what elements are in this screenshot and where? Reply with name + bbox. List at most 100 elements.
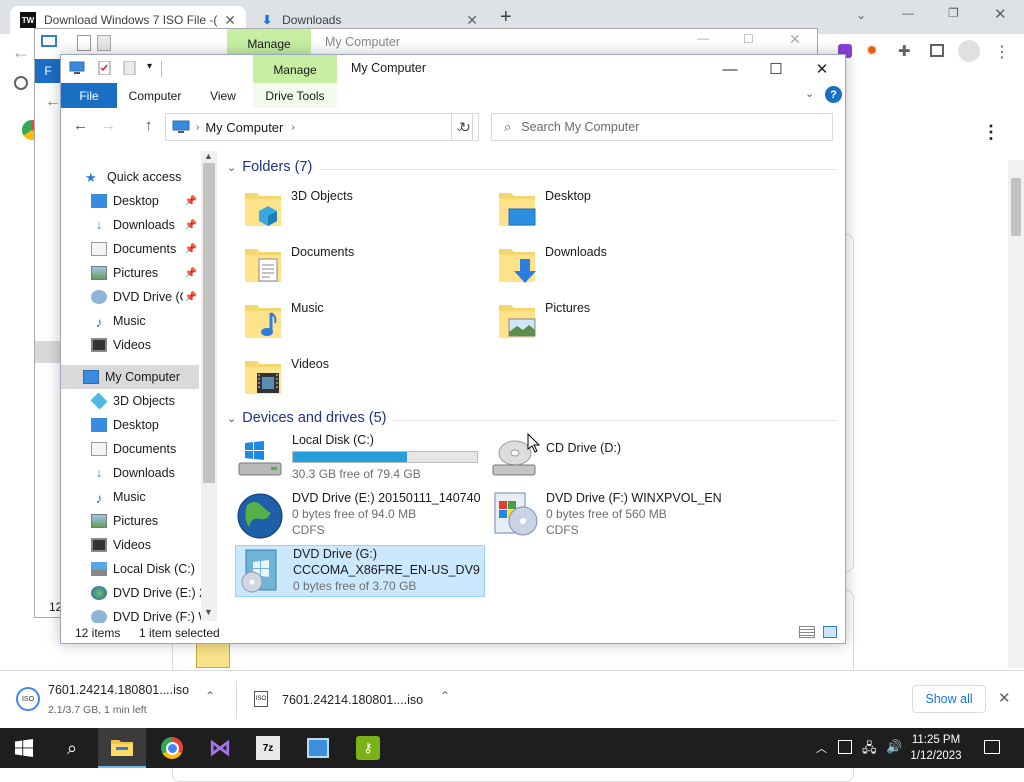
- downloads-menu-icon[interactable]: ⋮: [982, 122, 1000, 143]
- visual-studio-icon[interactable]: ⋈: [196, 728, 244, 768]
- network-icon[interactable]: 🖧: [862, 739, 877, 761]
- drive-tile-c[interactable]: Local Disk (C:) 30.3 GB free of 79.4 GB: [235, 433, 485, 481]
- nav-scrollbar[interactable]: ▲ ▼: [201, 151, 217, 621]
- show-all-button[interactable]: Show all: [912, 685, 986, 713]
- keys-icon[interactable]: ⚷: [344, 728, 392, 768]
- nav-quick-access[interactable]: ★ Quick access: [85, 165, 181, 189]
- 7zip-icon[interactable]: 7z: [244, 728, 292, 768]
- folder-tile[interactable]: Downloads: [497, 243, 717, 291]
- nav-my-computer[interactable]: My Computer: [61, 365, 199, 389]
- folder-tile[interactable]: Music: [243, 299, 463, 347]
- chrome-restore-icon[interactable]: ❐: [948, 6, 959, 20]
- globe-bookmark-icon[interactable]: [14, 76, 28, 90]
- side-panel-icon[interactable]: [930, 44, 944, 57]
- properties-icon[interactable]: [97, 61, 113, 75]
- minimize-icon[interactable]: —: [697, 31, 709, 45]
- start-icon[interactable]: [0, 728, 48, 768]
- drive-tile-e[interactable]: DVD Drive (E:) 20150111_140740 0 bytes f…: [235, 489, 485, 539]
- download-filename[interactable]: 7601.24214.180801....iso: [48, 683, 189, 697]
- tray-overflow-chevron-icon[interactable]: ︿: [816, 740, 827, 756]
- nav-quick-desktop[interactable]: Desktop 📌: [91, 189, 197, 213]
- nav-pc-documents[interactable]: Documents: [91, 437, 176, 461]
- expand-ribbon-icon[interactable]: ⌄: [805, 87, 814, 100]
- up-arrow-icon[interactable]: ↑: [145, 117, 153, 134]
- scroll-down-icon[interactable]: ▼: [204, 607, 213, 617]
- drive-tile-f[interactable]: DVD Drive (F:) WINXPVOL_EN 0 bytes free …: [489, 489, 739, 539]
- collapse-chevron-icon[interactable]: ⌄: [227, 161, 236, 174]
- download-filename[interactable]: 7601.24214.180801....iso: [282, 693, 423, 707]
- maximize-icon[interactable]: ☐: [743, 32, 754, 46]
- nav-quick-dvd-g[interactable]: DVD Drive (G:📌: [91, 285, 197, 309]
- security-tray-icon[interactable]: [838, 740, 852, 754]
- nav-quick-downloads[interactable]: ↓ Downloads 📌: [91, 213, 197, 237]
- chrome-menu-icon[interactable]: ⋮: [994, 42, 1010, 62]
- nav-pc-music[interactable]: ♪ Music: [91, 485, 146, 509]
- profile-avatar-icon[interactable]: [958, 40, 980, 62]
- help-icon[interactable]: ?: [825, 86, 842, 103]
- customize-toolbar-icon[interactable]: ▾: [147, 61, 152, 72]
- chrome-minimize-icon[interactable]: —: [902, 6, 914, 20]
- puzzle-icon[interactable]: ✚: [898, 42, 911, 60]
- close-shelf-icon[interactable]: ✕: [998, 689, 1011, 707]
- nav-pc-3d-objects[interactable]: 3D Objects: [90, 389, 175, 413]
- back-arrow-icon[interactable]: ←: [73, 117, 88, 134]
- search-icon[interactable]: ⌕: [48, 728, 96, 768]
- nav-quick-music[interactable]: ♪ Music: [91, 309, 146, 333]
- tab-file[interactable]: File: [61, 83, 117, 108]
- drive-tile-g[interactable]: DVD Drive (G:) CCCOMA_X86FRE_EN-US_DV9 0…: [235, 545, 485, 597]
- folder-tile[interactable]: Pictures: [497, 299, 717, 347]
- new-folder-icon[interactable]: [123, 61, 139, 75]
- nav-pc-videos[interactable]: Videos: [91, 533, 151, 557]
- close-icon[interactable]: ✕: [799, 55, 845, 83]
- nav-pc-downloads[interactable]: ↓ Downloads: [91, 461, 175, 485]
- scroll-thumb[interactable]: [1011, 178, 1021, 236]
- scroll-up-icon[interactable]: ▲: [204, 151, 213, 161]
- nav-pc-dvd-f[interactable]: DVD Drive (F:) W: [91, 605, 210, 623]
- new-tab-button[interactable]: +: [500, 6, 512, 29]
- page-scrollbar[interactable]: [1008, 160, 1024, 668]
- close-tab-icon[interactable]: ✕: [224, 12, 236, 29]
- maximize-icon[interactable]: ☐: [753, 55, 799, 83]
- notifications-icon[interactable]: [984, 740, 1000, 754]
- folder-tile[interactable]: Desktop: [497, 187, 717, 235]
- chrome-icon[interactable]: [148, 728, 196, 768]
- folders-group-header[interactable]: ⌄ Folders (7): [227, 159, 312, 175]
- clock-date[interactable]: 1/12/2023: [906, 750, 966, 762]
- new-folder-icon[interactable]: [97, 35, 111, 51]
- folder-tile[interactable]: Documents: [243, 243, 463, 291]
- tab-drive-tools[interactable]: Drive Tools: [253, 83, 337, 108]
- nav-pc-dvd-e[interactable]: DVD Drive (E:) 20: [91, 581, 213, 605]
- nav-quick-videos[interactable]: Videos: [91, 333, 151, 357]
- nav-pc-desktop[interactable]: Desktop: [91, 413, 159, 437]
- forward-arrow-icon[interactable]: →: [101, 117, 116, 134]
- minimize-icon[interactable]: —: [707, 55, 753, 83]
- collapse-chevron-icon[interactable]: ⌄: [227, 412, 236, 425]
- file-explorer-icon[interactable]: [98, 728, 146, 768]
- control-panel-icon[interactable]: [294, 728, 342, 768]
- scroll-thumb[interactable]: [203, 163, 215, 483]
- tab-computer[interactable]: Computer: [117, 83, 193, 108]
- address-bar[interactable]: › My Computer › ⌄: [165, 113, 473, 141]
- nav-pc-pictures[interactable]: Pictures: [91, 509, 158, 533]
- volume-icon[interactable]: 🔊: [886, 739, 902, 755]
- drives-group-header[interactable]: ⌄ Devices and drives (5): [227, 410, 386, 426]
- download-options-chevron-icon[interactable]: ⌃: [205, 689, 215, 703]
- properties-icon[interactable]: [77, 35, 91, 51]
- large-icons-view-icon[interactable]: [823, 626, 837, 638]
- clock-time[interactable]: 11:25 PM: [906, 734, 966, 746]
- folder-tile[interactable]: 3D Objects: [243, 187, 463, 235]
- manage-tab[interactable]: Manage: [253, 55, 337, 85]
- nav-pc-local-disk[interactable]: Local Disk (C:): [91, 557, 195, 581]
- honey-extension-icon[interactable]: ✹: [866, 42, 878, 59]
- back-arrow-icon[interactable]: ←: [12, 42, 30, 63]
- folder-tile[interactable]: Videos: [243, 355, 463, 403]
- search-input[interactable]: ⌕ Search My Computer: [491, 113, 833, 141]
- tab-search-icon[interactable]: ⌄: [856, 8, 866, 22]
- refresh-button[interactable]: ↻: [451, 113, 479, 141]
- breadcrumb-chevron-icon[interactable]: ›: [196, 122, 199, 133]
- chrome-close-icon[interactable]: ✕: [994, 5, 1007, 23]
- close-icon[interactable]: ✕: [789, 31, 801, 48]
- nav-quick-pictures[interactable]: Pictures 📌: [91, 261, 197, 285]
- tab-view[interactable]: View: [193, 83, 253, 108]
- file-tab[interactable]: F: [35, 59, 61, 83]
